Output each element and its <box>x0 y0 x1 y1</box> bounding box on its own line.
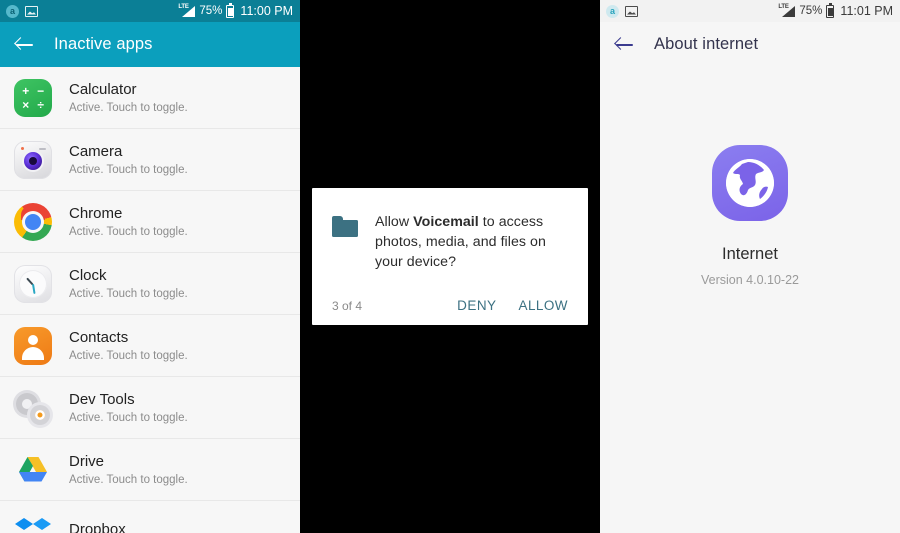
battery-icon <box>826 2 835 18</box>
accessibility-icon: a <box>606 4 619 18</box>
app-status: Active. Touch to toggle. <box>69 287 188 300</box>
app-status: Active. Touch to toggle. <box>69 411 188 424</box>
clock-label: 11:00 PM <box>240 4 293 18</box>
deny-button[interactable]: DENY <box>457 298 496 313</box>
calculator-icon: + − × ÷ <box>14 78 52 117</box>
allow-button[interactable]: ALLOW <box>518 298 568 313</box>
list-item[interactable]: + − × ÷ Calculator Active. Touch to toggle. <box>0 67 300 129</box>
clock-icon <box>14 264 52 303</box>
dialog-message-prefix: Allow <box>375 214 414 230</box>
app-name: Contacts <box>69 329 129 347</box>
status-bar-right: a LTE 75% 11:01 PM <box>600 0 900 22</box>
app-status: Active. Touch to toggle. <box>69 163 188 176</box>
battery-percent-label: 75% <box>199 5 223 17</box>
about-internet-screen: a LTE 75% 11:01 PM About internet Intern… <box>600 0 900 533</box>
battery-icon <box>226 2 235 18</box>
app-bar-inactive-apps: Inactive apps <box>0 22 300 67</box>
status-bar-right-icons: LTE 75% 11:01 PM <box>778 2 893 18</box>
dialog-body: Allow Voicemail to access photos, media,… <box>312 188 588 272</box>
status-bar-left: a LTE 75% 11:00 PM <box>0 0 300 22</box>
screenshot-icon <box>625 5 638 17</box>
inactive-apps-list[interactable]: + − × ÷ Calculator Active. Touch to toggle.… <box>0 67 300 533</box>
chrome-icon <box>14 202 52 241</box>
dialog-message: Allow Voicemail to access photos, media,… <box>375 212 568 272</box>
app-name: Dev Tools <box>69 391 135 409</box>
status-bar-left-icons: a <box>6 4 38 18</box>
permission-dialog: Allow Voicemail to access photos, media,… <box>312 188 588 325</box>
list-item[interactable]: Clock Active. Touch to toggle. <box>0 253 300 315</box>
screenshot-stage: a LTE 75% 11:00 PM Inactive apps + − × ÷… <box>0 0 900 533</box>
dialog-actions: 3 of 4 DENY ALLOW <box>312 298 588 313</box>
page-title: About internet <box>654 35 759 53</box>
app-name: Calculator <box>69 81 137 99</box>
app-status: Active. Touch to toggle. <box>69 473 188 486</box>
status-bar-right-icons: LTE 75% 11:00 PM <box>178 2 293 18</box>
signal-lte-icon: LTE <box>778 4 796 18</box>
permission-dialog-screen: Allow Voicemail to access photos, media,… <box>300 0 600 533</box>
screenshot-icon <box>25 5 38 17</box>
battery-percent-label: 75% <box>799 5 823 17</box>
app-bar-about-internet: About internet <box>600 22 900 67</box>
about-content: Internet Version 4.0.10-22 <box>600 67 900 533</box>
app-status: Active. Touch to toggle. <box>69 225 188 238</box>
dialog-counter: 3 of 4 <box>332 298 363 313</box>
app-name: Clock <box>69 267 107 285</box>
drive-icon <box>14 451 52 489</box>
list-item[interactable]: Camera Active. Touch to toggle. <box>0 129 300 191</box>
app-name-label: Internet <box>722 245 778 263</box>
list-item[interactable]: Drive Active. Touch to toggle. <box>0 439 300 501</box>
clock-label: 11:01 PM <box>840 4 893 18</box>
app-name: Camera <box>69 143 123 161</box>
internet-globe-icon <box>712 145 788 221</box>
app-name: Dropbox <box>69 521 126 533</box>
accessibility-icon: a <box>6 4 19 18</box>
app-name: Drive <box>69 453 105 471</box>
list-item[interactable]: Chrome Active. Touch to toggle. <box>0 191 300 253</box>
app-version-label: Version 4.0.10-22 <box>701 273 799 287</box>
back-arrow-icon[interactable] <box>14 34 36 56</box>
inactive-apps-screen: a LTE 75% 11:00 PM Inactive apps + − × ÷… <box>0 0 300 533</box>
status-bar-left-icons: a <box>606 4 638 18</box>
app-status: Active. Touch to toggle. <box>69 349 188 362</box>
folder-icon <box>332 216 358 237</box>
back-arrow-icon[interactable] <box>614 34 636 56</box>
list-item[interactable]: Contacts Active. Touch to toggle. <box>0 315 300 377</box>
page-title: Inactive apps <box>54 35 153 53</box>
list-item[interactable]: Dropbox <box>0 501 300 533</box>
signal-lte-icon: LTE <box>178 4 196 18</box>
dev-tools-icon <box>14 389 52 427</box>
list-item[interactable]: Dev Tools Active. Touch to toggle. <box>0 377 300 439</box>
app-status: Active. Touch to toggle. <box>69 101 188 114</box>
camera-icon <box>14 140 52 179</box>
dialog-message-app: Voicemail <box>413 214 479 230</box>
dropbox-icon <box>14 513 52 533</box>
app-name: Chrome <box>69 205 123 223</box>
contacts-icon <box>14 326 52 365</box>
